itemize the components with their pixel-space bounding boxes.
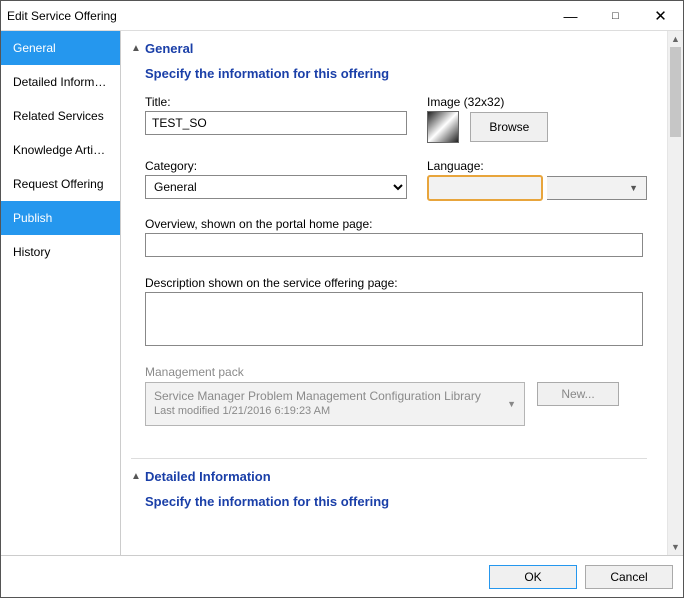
window-title: Edit Service Offering [7, 9, 548, 23]
mgmt-block: Management pack Service Manager Problem … [145, 365, 647, 426]
vertical-scrollbar[interactable]: ▲ ▼ [667, 31, 683, 555]
description-block: Description shown on the service offerin… [145, 276, 647, 349]
language-select-highlighted[interactable] [427, 175, 543, 201]
sidebar-item-request-offering[interactable]: Request Offering [1, 167, 120, 201]
section-subtitle-detailed: Specify the information for this offerin… [131, 488, 647, 515]
scroll-thumb[interactable] [670, 47, 681, 137]
title-label: Title: [145, 95, 407, 109]
general-form: Title: Image (32x32) Browse Category: [131, 95, 647, 452]
sidebar-item-knowledge-articles[interactable]: Knowledge Artic... [1, 133, 120, 167]
description-textarea[interactable] [145, 292, 643, 346]
overview-block: Overview, shown on the portal home page: [145, 217, 647, 260]
category-label: Category: [145, 159, 407, 173]
description-label: Description shown on the service offerin… [145, 276, 647, 290]
overview-label: Overview, shown on the portal home page: [145, 217, 647, 231]
new-mgmt-pack-button[interactable]: New... [537, 382, 619, 406]
row-category-language: Category: General Language: ▼ [145, 159, 647, 201]
sidebar-item-detailed-information[interactable]: Detailed Informa... [1, 65, 120, 99]
sidebar: General Detailed Informa... Related Serv… [1, 31, 121, 555]
image-label: Image (32x32) [427, 95, 647, 109]
collapse-icon: ▲ [131, 471, 145, 482]
sidebar-item-related-services[interactable]: Related Services [1, 99, 120, 133]
category-select[interactable]: General [145, 175, 407, 199]
window-body: General Detailed Informa... Related Serv… [1, 31, 683, 555]
sidebar-item-history[interactable]: History [1, 235, 120, 269]
section-header-general[interactable]: ▲ General [131, 37, 647, 60]
scroll-up-icon[interactable]: ▲ [668, 31, 683, 47]
content-wrap: ▲ General Specify the information for th… [121, 31, 683, 555]
section-divider [131, 458, 647, 459]
minimize-button[interactable]: — [548, 1, 593, 31]
scroll-down-icon[interactable]: ▼ [668, 539, 683, 555]
mgmt-pack-name: Service Manager Problem Management Confi… [154, 389, 516, 403]
sidebar-item-general[interactable]: General [1, 31, 120, 65]
section-title-detailed: Detailed Information [145, 469, 271, 484]
collapse-icon: ▲ [131, 43, 145, 54]
language-dropdown-arrow[interactable]: ▼ [547, 176, 647, 200]
close-button[interactable]: ✕ [638, 1, 683, 31]
language-label: Language: [427, 159, 647, 173]
section-subtitle-general: Specify the information for this offerin… [131, 60, 647, 95]
overview-textarea[interactable] [145, 233, 643, 257]
content-pane: ▲ General Specify the information for th… [121, 31, 667, 555]
chevron-down-icon: ▼ [507, 399, 516, 409]
cancel-button[interactable]: Cancel [585, 565, 673, 589]
section-title-general: General [145, 41, 193, 56]
browse-button[interactable]: Browse [470, 112, 548, 142]
title-input[interactable] [145, 111, 407, 135]
window-titlebar: Edit Service Offering — □ ✕ [1, 1, 683, 31]
maximize-button[interactable]: □ [593, 1, 638, 31]
ok-button[interactable]: OK [489, 565, 577, 589]
mgmt-pack-select[interactable]: Service Manager Problem Management Confi… [145, 382, 525, 426]
section-header-detailed[interactable]: ▲ Detailed Information [131, 465, 647, 488]
sidebar-item-publish[interactable]: Publish [1, 201, 120, 235]
image-thumbnail [427, 111, 459, 143]
dialog-footer: OK Cancel [1, 555, 683, 597]
mgmt-pack-modified: Last modified 1/21/2016 6:19:23 AM [154, 405, 516, 417]
mgmt-pack-label: Management pack [145, 365, 647, 379]
row-title-image: Title: Image (32x32) Browse [145, 95, 647, 143]
edit-service-offering-window: Edit Service Offering — □ ✕ General Deta… [0, 0, 684, 598]
